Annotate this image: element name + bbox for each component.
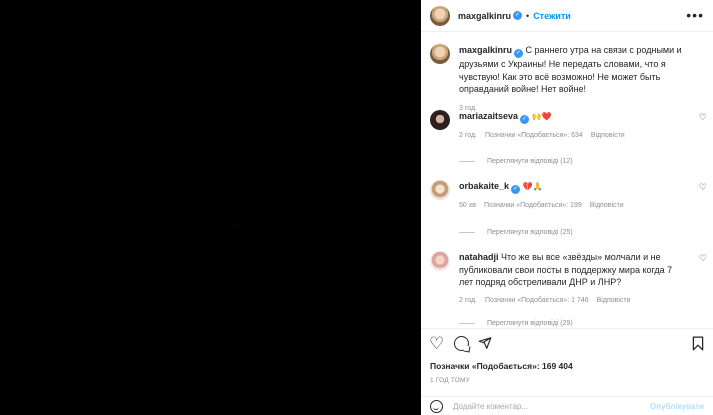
- comment-item: natahadji Что же вы все «звёзды» молчали…: [430, 251, 708, 304]
- comment-likes[interactable]: Позначки «Подобається»: 199: [484, 202, 582, 209]
- comment-likes[interactable]: Позначки «Подобається»: 634: [485, 132, 583, 139]
- heart-icon[interactable]: [429, 336, 445, 351]
- comment-time[interactable]: 50 хв: [459, 202, 476, 209]
- post-media-black[interactable]: [0, 0, 421, 415]
- author-username[interactable]: maxgalkinru: [458, 11, 511, 21]
- verified-icon: ✓: [513, 11, 523, 20]
- view-replies-button[interactable]: Переглянути відповіді (25): [459, 229, 573, 236]
- post-timestamp: 1 ГОД ТОМУ: [430, 377, 470, 384]
- reply-button[interactable]: Відповісти: [590, 202, 624, 209]
- comment-input[interactable]: [453, 402, 650, 411]
- comment-likes[interactable]: Позначки «Подобається»: 1 746: [485, 297, 589, 304]
- verified-icon: ✓: [511, 185, 521, 194]
- post-likes-count[interactable]: Позначки «Подобається»: 169 404: [430, 361, 573, 371]
- replies-line: [459, 161, 475, 162]
- more-icon[interactable]: •••: [686, 8, 704, 22]
- post-side-panel: maxgalkinru ✓ • Стежити ••• maxgalkinru ✓…: [421, 0, 713, 415]
- view-replies-button[interactable]: Переглянути відповіді (12): [459, 158, 573, 165]
- action-icons: [429, 336, 492, 351]
- comment-text: 🙌❤️: [531, 112, 552, 121]
- post-actions-bar: Позначки «Подобається»: 169 404 1 ГОД ТО…: [421, 328, 713, 415]
- reply-button[interactable]: Відповісти: [591, 132, 625, 139]
- publish-button[interactable]: Опублікувати: [650, 402, 704, 411]
- comment-item: mariazaitseva ✓ 🙌❤️ 2 год. Позначки «Подо…: [430, 110, 708, 139]
- comment-item: orbakaite_k ✓ 💔🙏 50 хв Позначки «Подобаєт…: [430, 180, 708, 209]
- view-replies-label: Переглянути відповіді (29): [487, 320, 573, 327]
- comment-body: natahadji Что же вы все «звёзды» молчали…: [459, 251, 708, 289]
- dot-separator: •: [526, 10, 530, 21]
- media-speck: [235, 225, 236, 226]
- comment-like-heart-icon[interactable]: ♡: [699, 253, 707, 264]
- comment-username[interactable]: natahadji: [459, 252, 499, 262]
- caption-username[interactable]: maxgalkinru: [459, 45, 512, 55]
- replies-line: [459, 232, 475, 233]
- comment-like-heart-icon[interactable]: ♡: [699, 182, 707, 193]
- follow-button[interactable]: Стежити: [533, 11, 571, 21]
- comment-body: orbakaite_k ✓ 💔🙏: [459, 180, 708, 194]
- view-replies-button[interactable]: Переглянути відповіді (29): [459, 320, 573, 327]
- caption-avatar[interactable]: [430, 44, 450, 64]
- comment-avatar[interactable]: [430, 180, 450, 200]
- comment-avatar[interactable]: [430, 110, 450, 130]
- verified-icon: ✓: [514, 49, 524, 58]
- bookmark-icon[interactable]: [692, 336, 704, 351]
- comment-time[interactable]: 2 год.: [459, 297, 477, 304]
- post-header: maxgalkinru ✓ • Стежити •••: [421, 0, 713, 32]
- view-replies-label: Переглянути відповіді (12): [487, 158, 573, 165]
- emoji-icon[interactable]: [430, 400, 443, 413]
- comment-username[interactable]: mariazaitseva: [459, 111, 518, 121]
- instagram-post-view: maxgalkinru ✓ • Стежити ••• maxgalkinru ✓…: [0, 0, 713, 415]
- verified-icon: ✓: [520, 115, 530, 124]
- comment-meta: 2 год. Позначки «Подобається»: 1 746 Від…: [459, 297, 708, 304]
- comment-body: mariazaitseva ✓ 🙌❤️: [459, 110, 708, 124]
- view-replies-label: Переглянути відповіді (25): [487, 229, 573, 236]
- share-icon[interactable]: [478, 336, 492, 350]
- caption-text: maxgalkinru ✓ С раннего утра на связи с р…: [459, 44, 708, 96]
- author-avatar[interactable]: [430, 5, 450, 26]
- comment-text: 💔🙏: [522, 182, 543, 191]
- comment-time[interactable]: 2 год.: [459, 132, 477, 139]
- comment-meta: 50 хв Позначки «Подобається»: 199 Відпов…: [459, 202, 708, 209]
- comment-meta: 2 год. Позначки «Подобається»: 634 Відпо…: [459, 132, 708, 139]
- post-caption: maxgalkinru ✓ С раннего утра на связи с р…: [430, 44, 708, 112]
- comment-avatar[interactable]: [430, 251, 450, 271]
- replies-line: [459, 323, 475, 324]
- comment-username[interactable]: orbakaite_k: [459, 181, 509, 191]
- comment-icon[interactable]: [454, 336, 469, 351]
- comment-like-heart-icon[interactable]: ♡: [699, 112, 707, 123]
- reply-button[interactable]: Відповісти: [597, 297, 631, 304]
- add-comment-bar: Опублікувати: [421, 396, 713, 415]
